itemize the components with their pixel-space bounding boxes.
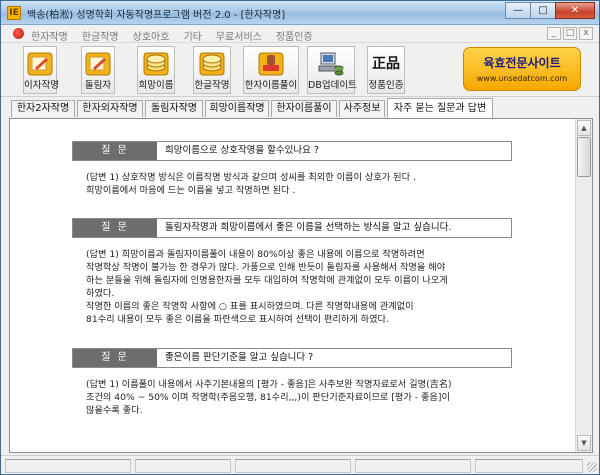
toolbar-button-license[interactable]: 正品 정품인증 [367,46,405,94]
toolbar-button-hangul-naming[interactable]: 한글작명 [193,46,231,94]
status-panel [475,459,583,473]
menu-hanja-naming[interactable]: 한자작명 [31,28,68,43]
ad-banner[interactable]: 육효전문사이트 www.unsedatcom.com [463,47,581,91]
toolbar-button-label: 희망이름 [138,80,174,91]
toolbar-button-label: 한글작명 [194,80,230,91]
answer-text: (답변 1) 희망이름과 돌림자이름풀이 내용이 80%이상 좋은 내용에 이름… [86,249,448,325]
scroll-up-arrow-icon[interactable]: ▲ [577,120,591,136]
tab-hanja-2char[interactable]: 한자2자작명 [11,100,75,117]
window-title: 백송(柏淞) 성명학회 자동작명프로그램 버전 2.0 - [한자작명] [27,10,286,21]
question-label: 질 문 [73,142,157,160]
resize-grip-icon[interactable] [587,462,597,472]
question-bar: 질 문 돌림자작명과 희망이름에서 좋은 이름을 선택하는 방식을 알고 싶습니… [72,218,512,238]
stamp-icon [258,52,284,76]
coin-stack-icon [199,52,225,76]
tab-hanja-analysis[interactable]: 한자이름풀이 [271,100,337,117]
answer-text: (답변 1) 상호작명 방식은 이름작명 방식과 같으며 성씨를 최외한 이름이… [86,172,416,196]
tab-hope-name[interactable]: 희망이름작명 [205,100,269,117]
question-bar: 질 문 좋은이름 판단기준을 알고 싶습니다 ? [72,348,512,368]
tab-dollimja[interactable]: 돌림자작명 [145,100,203,117]
ad-url: www.unsedatcom.com [476,74,568,83]
status-panel [135,459,231,473]
app-window: IE 백송(柏淞) 성명학회 자동작명프로그램 버전 2.0 - [한자작명] … [0,0,600,475]
menu-etc[interactable]: 기타 [183,28,201,43]
menu-business-pen-name[interactable]: 상호아호 [133,28,170,43]
maximize-button[interactable]: □ [530,2,556,19]
pencil-paper-icon [27,52,53,76]
toolbar-button-db-update[interactable]: DB업데이트 [307,46,357,94]
hanja-seal-icon: 正品 [372,56,400,72]
toolbar: 이자작명 돌림자 희망이름 한글작명 한자이름풀이 DB업데이트 正品 정품인증… [1,43,599,97]
ad-title: 육효전문사이트 [483,56,561,70]
faq-item: 질 문 좋은이름 판단기준을 알고 싶습니다 ? (답변 1) 이름풀이 내용에… [72,348,512,417]
status-panel [5,459,131,473]
question-bar: 질 문 희망이름으로 상호작명을 할수있나요 ? [72,141,512,161]
tab-saju-info[interactable]: 사주정보 [339,100,385,117]
child-close-button[interactable]: x [579,27,593,40]
toolbar-button-name2[interactable]: 이자작명 [23,46,59,94]
toolbar-button-dollimja[interactable]: 돌림자 [81,46,115,94]
menu-free-service[interactable]: 무료서비스 [216,28,262,43]
status-panel [235,459,351,473]
toolbar-button-hope-name[interactable]: 희망이름 [137,46,175,94]
question-text: 돌림자작명과 희망이름에서 좋은 이름을 선택하는 방식을 알고 싶습니다. [165,222,452,233]
question-label: 질 문 [73,349,157,367]
toolbar-button-label: DB업데이트 [308,80,357,91]
faq-panel: 질 문 희망이름으로 상호작명을 할수있나요 ? (답변 1) 상호작명 방식은… [9,118,593,453]
question-label: 질 문 [73,219,157,237]
app-logo-icon[interactable] [13,28,24,39]
toolbar-button-label: 이자작명 [24,80,59,91]
vertical-scrollbar[interactable]: ▲ ▼ [575,119,592,452]
toolbar-button-hanja-analysis[interactable]: 한자이름풀이 [243,46,299,94]
pencil-paper-icon [85,52,111,76]
child-minimize-button[interactable]: _ [547,27,561,40]
toolbar-button-label: 한자이름풀이 [244,80,298,91]
answer-text: (답변 1) 이름풀이 내용에서 사주기본내용의 [평가 - 좋음]은 사주보완… [86,379,452,416]
minimize-button[interactable]: — [505,2,531,19]
scroll-down-arrow-icon[interactable]: ▼ [577,435,591,451]
faq-item: 질 문 돌림자작명과 희망이름에서 좋은 이름을 선택하는 방식을 알고 싶습니… [72,218,512,326]
title-bar[interactable]: IE 백송(柏淞) 성명학회 자동작명프로그램 버전 2.0 - [한자작명] … [1,1,599,25]
toolbar-button-label: 돌림자 [84,80,112,91]
status-panel [355,459,471,473]
close-button[interactable]: ✕ [555,2,595,19]
tab-faq[interactable]: 자주 묻는 질문과 답변 [387,98,493,118]
child-restore-button[interactable]: □ [563,27,577,40]
menu-bar: 한자작명 한글작명 상호아호 기타 무료서비스 정품인증 _ □ x [1,25,599,43]
coin-stack-icon [143,52,169,76]
app-icon: IE [7,6,21,20]
toolbar-button-label: 정품인증 [368,80,404,91]
database-computer-icon [318,52,344,76]
scroll-thumb[interactable] [577,137,591,177]
question-text: 희망이름으로 상호작명을 할수있나요 ? [165,145,319,156]
faq-item: 질 문 희망이름으로 상호작명을 할수있나요 ? (답변 1) 상호작명 방식은… [72,141,512,197]
menu-license[interactable]: 정품인증 [276,28,313,43]
menu-hangul-naming[interactable]: 한글작명 [82,28,119,43]
status-bar [1,455,599,474]
window-controls: — □ ✕ [505,2,595,19]
tab-hanja-1char[interactable]: 한자외자작명 [77,100,143,117]
tab-strip: 한자2자작명 한자외자작명 돌림자작명 희망이름작명 한자이름풀이 사주정보 자… [1,98,599,118]
question-text: 좋은이름 판단기준을 알고 싶습니다 ? [165,352,314,363]
